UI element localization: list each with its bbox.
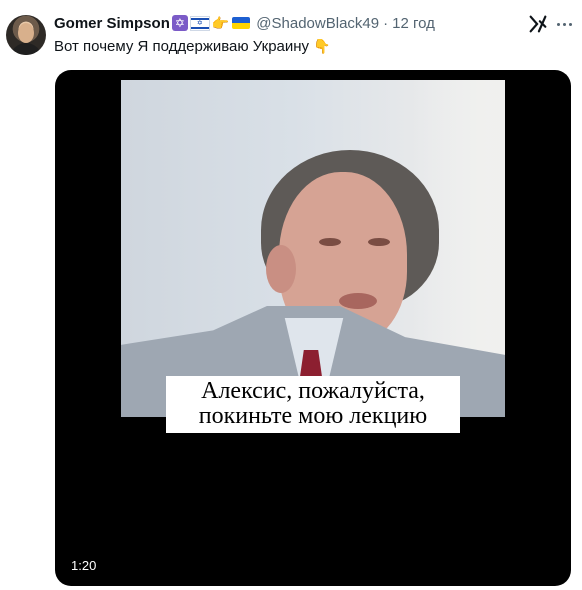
video-player[interactable]: Алексис, пожалуйста, покиньте мою лекцию… <box>55 70 571 586</box>
tweet-text: Вот почему Я поддерживаю Украину 👇 <box>54 38 331 55</box>
user-handle[interactable]: @ShadowBlack49 <box>256 15 379 32</box>
more-dot <box>563 22 566 26</box>
video-duration: 1:20 <box>71 558 97 573</box>
person-mouth <box>339 293 377 309</box>
tweet-text-content: Вот почему Я поддерживаю Украину <box>54 38 310 55</box>
separator-dot: · <box>383 14 389 32</box>
avatar-face <box>18 23 34 43</box>
person-ear <box>266 245 296 293</box>
person-left-eye <box>319 238 341 246</box>
avatar[interactable] <box>6 15 46 55</box>
person-right-eye <box>368 238 390 246</box>
star-of-david-icon: ✡ <box>171 15 188 31</box>
more-dot <box>557 22 560 26</box>
tweet-header: Gomer Simpson ✡ ✡ 👉 @ShadowBlack49 · 12 … <box>54 12 435 34</box>
video-caption: Алексис, пожалуйста, покиньте мою лекцию <box>166 376 460 433</box>
caption-line-1: Алексис, пожалуйста, <box>201 378 425 404</box>
display-name[interactable]: Gomer Simpson <box>54 15 170 32</box>
post-time[interactable]: 12 год <box>392 15 435 32</box>
more-options-icon[interactable] <box>557 18 577 30</box>
avatar-shoulders <box>10 43 42 55</box>
tweet-card: Gomer Simpson ✡ ✡ 👉 @ShadowBlack49 · 12 … <box>0 0 582 590</box>
grok-icon[interactable] <box>527 13 549 35</box>
pointing-right-icon: 👉 <box>211 14 230 31</box>
israel-flag-icon: ✡ <box>189 15 210 31</box>
pointing-down-icon: 👇 <box>313 38 331 54</box>
video-frame[interactable] <box>121 80 505 417</box>
ukraine-flag-icon <box>232 17 251 29</box>
more-dot <box>569 22 572 26</box>
caption-line-2: покиньте мою лекцию <box>198 403 428 429</box>
